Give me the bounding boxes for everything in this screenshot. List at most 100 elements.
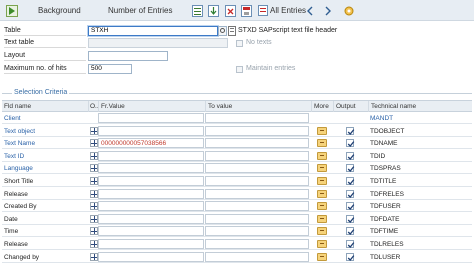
to-value-input[interactable] <box>205 201 309 212</box>
output-checkbox[interactable] <box>346 139 355 148</box>
save-variant-button[interactable] <box>241 0 252 21</box>
more-button[interactable] <box>311 163 333 174</box>
col-fr-value[interactable]: Fr.Value <box>98 101 205 112</box>
settings-button[interactable] <box>343 0 355 21</box>
from-value-input[interactable] <box>98 213 204 224</box>
from-value-input[interactable] <box>98 163 204 174</box>
col-technical-name[interactable]: Technical name <box>368 101 472 112</box>
table-row: Created By TDFUSER <box>2 201 472 213</box>
max-hits-input[interactable]: 500 <box>88 64 132 74</box>
from-value-input[interactable] <box>98 176 204 186</box>
output-cell <box>333 252 367 263</box>
number-of-entries-button[interactable]: Number of Entries <box>108 0 172 21</box>
maintain-entries-label: Maintain entries <box>246 65 296 72</box>
to-value-input[interactable] <box>205 113 309 123</box>
all-entries-button[interactable]: All Entries <box>258 0 306 21</box>
to-value-input[interactable] <box>205 213 309 224</box>
layout-input[interactable] <box>88 51 168 61</box>
col-more[interactable]: More <box>311 101 333 112</box>
background-label: Background <box>38 6 81 15</box>
more-button[interactable] <box>311 239 333 250</box>
output-checkbox[interactable] <box>346 151 355 160</box>
technical-name: TDOBJECT <box>370 127 405 135</box>
more-button[interactable] <box>311 214 333 225</box>
delete-variant-button[interactable] <box>225 0 236 21</box>
output-checkbox[interactable] <box>346 164 355 173</box>
copy-table-button[interactable] <box>228 26 236 36</box>
execute-button[interactable] <box>6 0 18 21</box>
multiple-selection-icon <box>317 164 327 173</box>
from-value-input[interactable] <box>98 239 204 249</box>
select-option-icon <box>90 214 98 223</box>
download-button[interactable] <box>208 0 219 21</box>
col-fld-name[interactable]: Fld name <box>2 101 88 112</box>
to-value-input[interactable] <box>205 150 309 161</box>
to-value-input[interactable] <box>205 239 309 249</box>
excel-export-button[interactable] <box>192 0 203 21</box>
previous-button[interactable] <box>305 0 315 21</box>
to-value-input[interactable] <box>205 251 309 262</box>
technical-name: TDID <box>370 152 386 160</box>
from-value-input[interactable] <box>98 251 204 262</box>
to-value-input[interactable] <box>205 163 309 174</box>
to-value-input[interactable] <box>205 125 309 136</box>
from-value-input[interactable]: 000000000057038566 <box>98 138 204 149</box>
from-value-input[interactable] <box>98 125 204 136</box>
field-name: Created By <box>4 203 37 211</box>
output-checkbox[interactable] <box>346 177 355 185</box>
output-checkbox[interactable] <box>346 189 355 198</box>
to-value-input[interactable] <box>205 176 309 186</box>
technical-name: MANDT <box>370 115 394 122</box>
multiple-selection-icon <box>317 151 327 160</box>
output-checkbox[interactable] <box>346 214 355 223</box>
multiple-selection-icon <box>317 139 327 148</box>
more-button[interactable] <box>311 252 333 263</box>
save-icon <box>241 4 252 17</box>
table-row: Date TDFDATE <box>2 213 472 225</box>
from-value-input[interactable] <box>98 226 204 237</box>
next-button[interactable] <box>323 0 333 21</box>
col-output[interactable]: Output <box>333 101 368 112</box>
output-checkbox[interactable] <box>346 240 355 248</box>
more-button[interactable] <box>311 126 333 137</box>
technical-name: TDLRELES <box>370 241 404 248</box>
field-name[interactable]: Language <box>2 163 88 174</box>
to-value-input[interactable] <box>205 188 309 199</box>
output-checkbox[interactable] <box>346 126 355 135</box>
more-button[interactable] <box>311 176 333 187</box>
field-name[interactable]: Text ID <box>2 151 88 162</box>
more-button[interactable] <box>311 226 333 237</box>
multiple-selection-icon <box>317 189 327 198</box>
table-row: Release TDFRELES <box>2 188 472 200</box>
col-option[interactable]: O.. <box>88 101 98 112</box>
select-option-icon <box>90 202 98 211</box>
to-value-input[interactable] <box>205 138 309 149</box>
field-name: Time <box>4 228 19 236</box>
output-cell <box>333 138 367 149</box>
from-value-input[interactable] <box>98 113 204 123</box>
more-button[interactable] <box>311 138 333 149</box>
checkmark-icon <box>347 204 355 211</box>
from-value-input[interactable] <box>98 201 204 212</box>
output-checkbox[interactable] <box>346 252 355 261</box>
from-value-input[interactable] <box>98 150 204 161</box>
select-option-icon <box>90 252 98 261</box>
col-to-value[interactable]: To value <box>205 101 311 112</box>
field-name[interactable]: Text object <box>2 126 88 137</box>
selection-criteria-title: Selection Criteria <box>12 89 70 97</box>
next-icon <box>323 5 333 17</box>
background-button[interactable]: Background <box>38 0 81 21</box>
to-value-input[interactable] <box>205 226 309 237</box>
field-name[interactable]: Text Name <box>2 138 88 149</box>
more-button[interactable] <box>311 189 333 200</box>
output-checkbox[interactable] <box>346 202 355 211</box>
no-texts-checkbox[interactable] <box>236 40 243 47</box>
value-help-button[interactable] <box>218 26 227 36</box>
maintain-entries-checkbox[interactable] <box>236 66 243 73</box>
more-button[interactable] <box>311 201 333 212</box>
from-value-input[interactable] <box>98 188 204 199</box>
field-name[interactable]: Client <box>2 113 88 124</box>
table-input[interactable]: STXH <box>88 26 218 36</box>
output-checkbox[interactable] <box>346 227 355 236</box>
more-button[interactable] <box>311 151 333 162</box>
